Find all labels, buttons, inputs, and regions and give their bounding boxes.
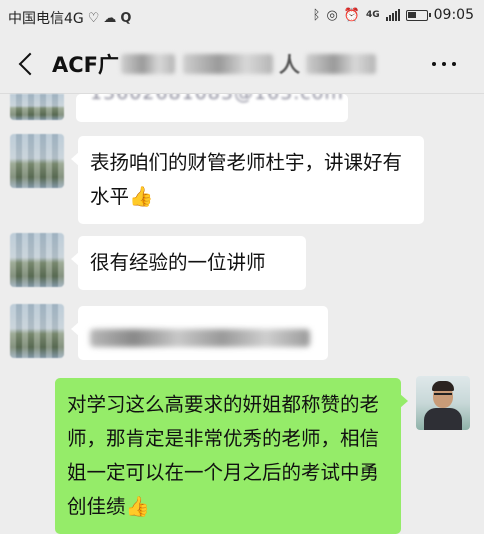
more-dots-icon[interactable] bbox=[432, 62, 456, 66]
chat-title: ACF广 人 bbox=[52, 49, 377, 79]
my-avatar[interactable] bbox=[416, 376, 470, 430]
alarm-icon: ⏰ bbox=[343, 7, 360, 23]
chat-title-prefix: ACF广 bbox=[52, 53, 120, 77]
cloud-icon: ☁ bbox=[103, 10, 117, 26]
title-redacted bbox=[183, 54, 274, 74]
network-type-label: 4G bbox=[365, 10, 380, 20]
status-right: ᛒ ◎ ⏰ 4G 09:05 bbox=[313, 7, 474, 23]
contact-avatar[interactable] bbox=[10, 233, 64, 287]
q-app-icon: Q bbox=[120, 10, 132, 26]
vibrate-icon: ◎ bbox=[326, 7, 338, 23]
message-bubble-incoming: 13602681083@163.com bbox=[76, 94, 348, 122]
title-redacted bbox=[121, 54, 176, 74]
message-bubble-incoming bbox=[71, 306, 328, 360]
status-time: 09:05 bbox=[433, 7, 474, 23]
message-bubble-outgoing: 对学习这么高要求的妍姐都称赞的老师，那肯定是非常优秀的老师，相信姐一定可以在一个… bbox=[55, 378, 408, 534]
message-text: 13602681083@163.com bbox=[90, 94, 344, 104]
title-redacted bbox=[306, 54, 377, 74]
bluetooth-icon: ᛒ bbox=[312, 7, 321, 23]
message-text-redacted bbox=[90, 328, 310, 347]
message-text: 很有经验的一位讲师 bbox=[90, 251, 266, 274]
message-text: 表扬咱们的财管老师杜宇，讲课好有水平👍 bbox=[90, 151, 403, 208]
message-bubble-incoming: 很有经验的一位讲师 bbox=[71, 236, 306, 290]
status-bar: 中国电信4G ♡ ☁ Q ᛒ ◎ ⏰ 4G 09:05 bbox=[0, 0, 484, 34]
message-text: 对学习这么高要求的妍姐都称赞的老师，那肯定是非常优秀的老师，相信姐一定可以在一个… bbox=[67, 393, 380, 518]
battery-icon bbox=[405, 9, 431, 21]
signal-icon bbox=[385, 9, 400, 21]
back-arrow-icon[interactable] bbox=[16, 50, 40, 78]
chat-header: ACF广 人 bbox=[0, 34, 484, 94]
message-bubble-incoming: 表扬咱们的财管老师杜宇，讲课好有水平👍 bbox=[71, 136, 424, 224]
contact-avatar[interactable] bbox=[10, 304, 64, 358]
contact-avatar[interactable] bbox=[10, 134, 64, 188]
contact-avatar[interactable] bbox=[10, 94, 64, 120]
shield-icon: ♡ bbox=[87, 10, 100, 26]
chat-title-char: 人 bbox=[279, 53, 301, 77]
status-left: 中国电信4G ♡ ☁ Q bbox=[8, 8, 131, 28]
carrier-label: 中国电信4G bbox=[8, 11, 84, 27]
